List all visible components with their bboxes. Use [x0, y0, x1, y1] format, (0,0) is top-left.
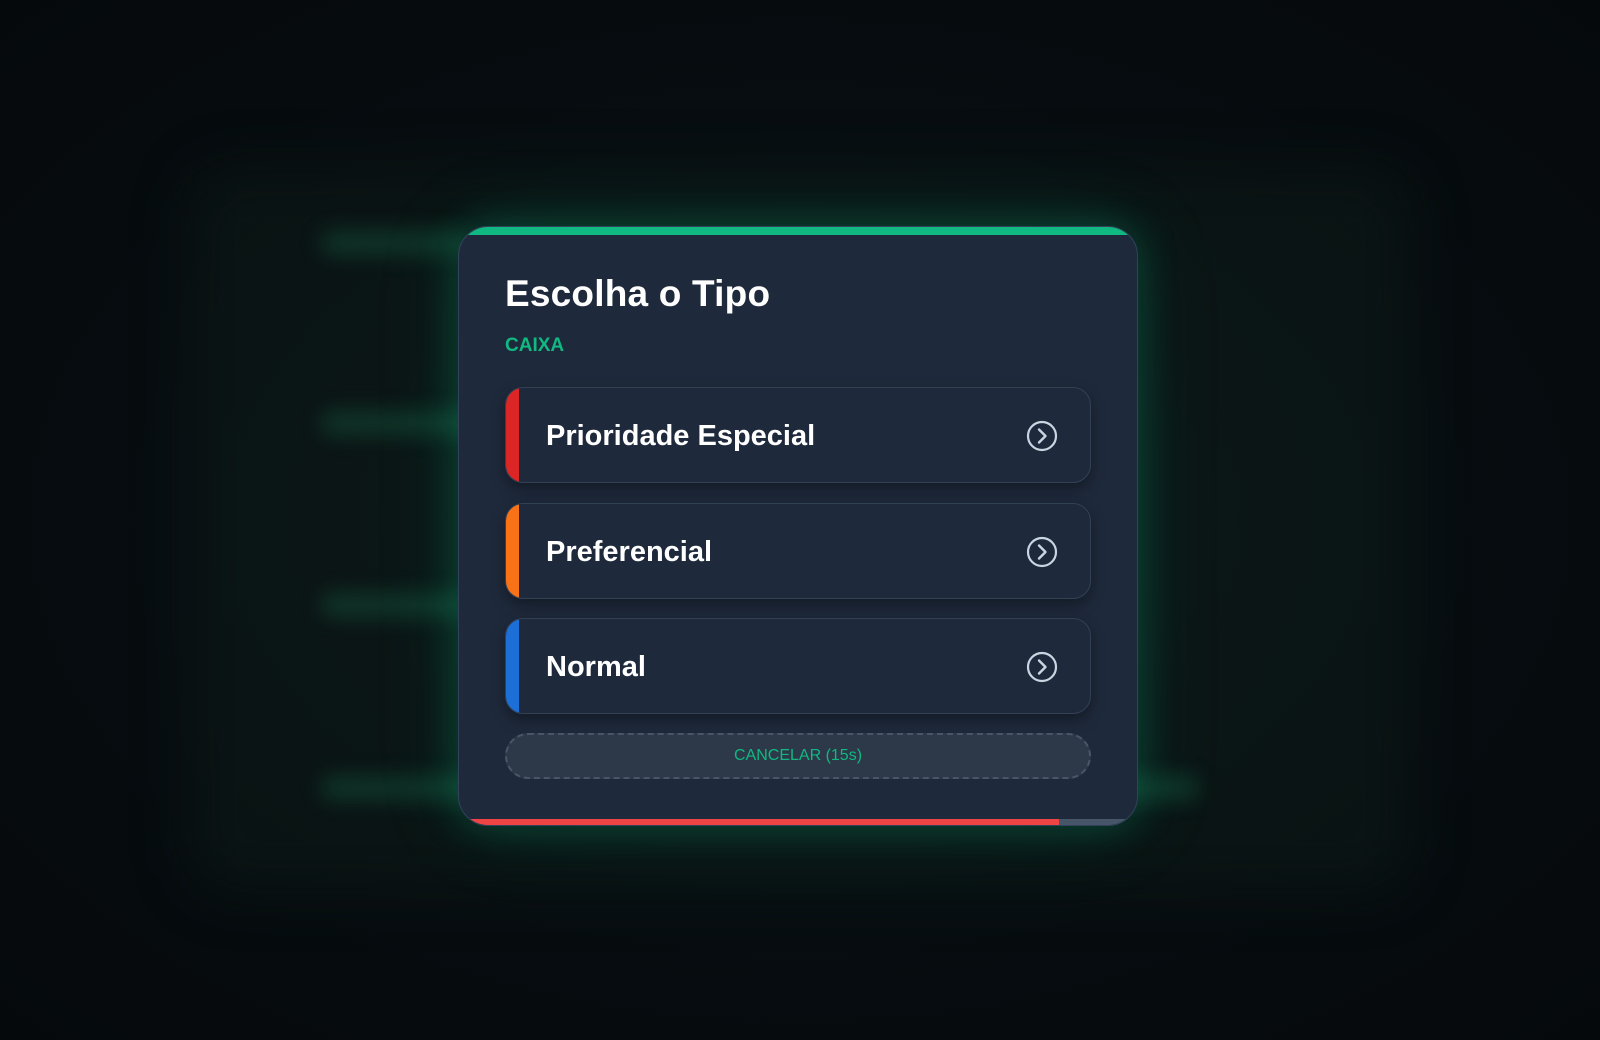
- option-preferencial[interactable]: Preferencial: [505, 503, 1091, 599]
- modal-accent-bar: [459, 227, 1137, 235]
- chevron-right-circle-icon: [1026, 420, 1058, 452]
- blurred-background-line: [320, 592, 470, 618]
- countdown-progress-bar: [459, 819, 1137, 825]
- service-name: CAIXA: [505, 335, 565, 356]
- blurred-background-line: [320, 230, 470, 256]
- option-label: Preferencial: [546, 536, 713, 568]
- option-normal[interactable]: Normal: [505, 618, 1091, 714]
- modal-title: Escolha o Tipo: [505, 273, 771, 314]
- option-label: Normal: [546, 651, 646, 683]
- option-color-accent: [506, 504, 519, 598]
- chevron-right-circle-icon: [1026, 536, 1058, 568]
- chevron-right-circle-icon: [1026, 651, 1058, 683]
- ticket-type-modal: Escolha o Tipo CAIXA Prioridade Especial…: [458, 226, 1138, 826]
- countdown-progress-fill: [459, 819, 1060, 825]
- option-prioridade-especial[interactable]: Prioridade Especial: [505, 387, 1091, 483]
- cancel-button[interactable]: CANCELAR (15s): [505, 733, 1091, 779]
- option-label: Prioridade Especial: [546, 420, 816, 452]
- option-color-accent: [506, 619, 519, 713]
- option-color-accent: [506, 388, 519, 482]
